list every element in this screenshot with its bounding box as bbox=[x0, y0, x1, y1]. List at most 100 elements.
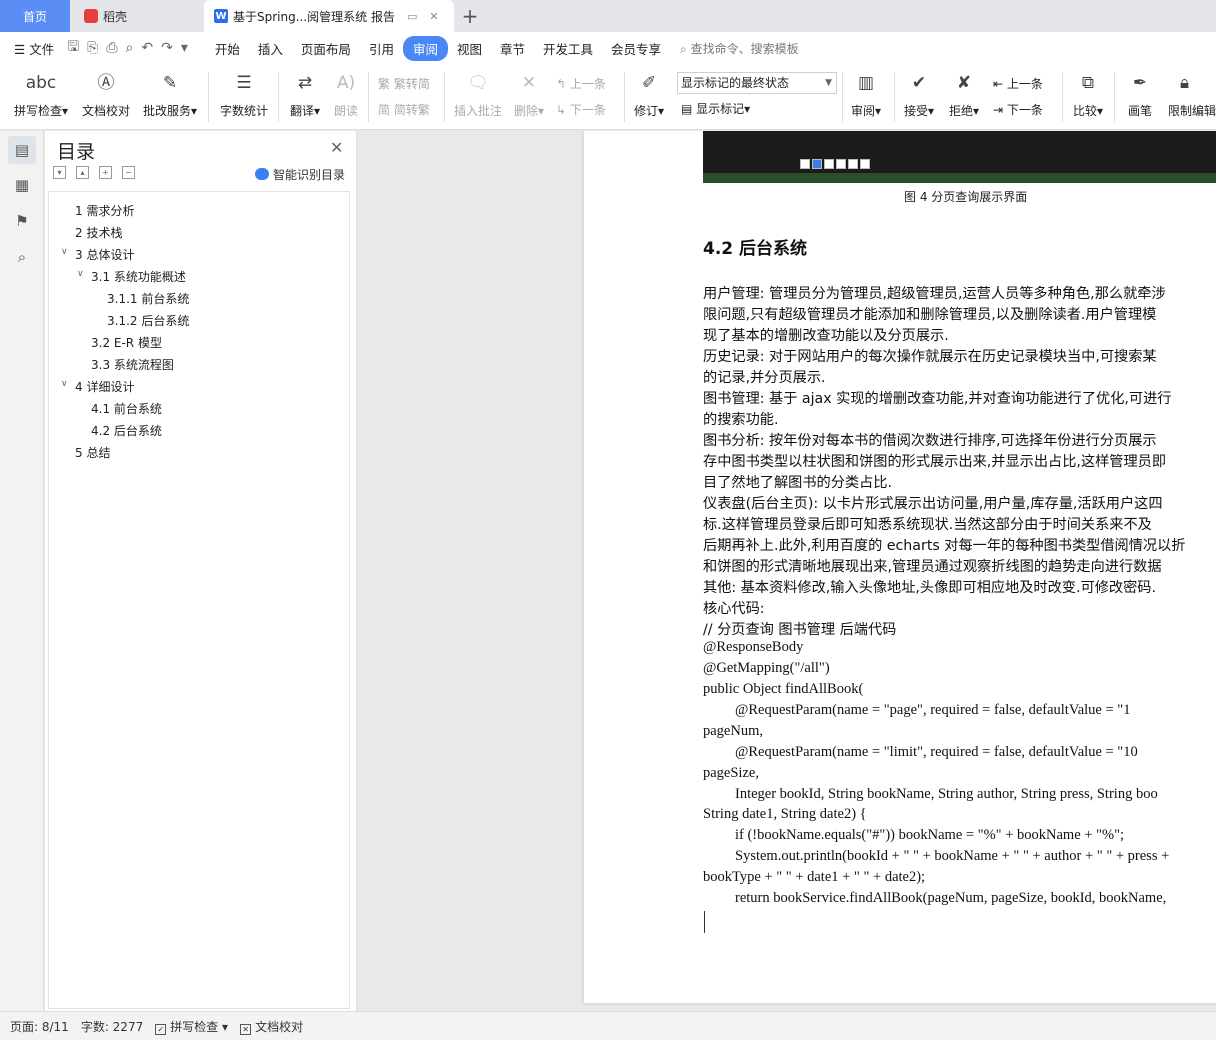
reject-button[interactable]: ✘ 拒绝▾ bbox=[947, 70, 981, 119]
menu-tab-review[interactable]: 审阅 bbox=[402, 35, 448, 61]
chapter-nav-icon[interactable]: ▦ bbox=[8, 171, 36, 199]
paragraph-line: 的记录,并分页展示. bbox=[703, 370, 826, 386]
next-comment-button[interactable]: ↳ 下一条 bbox=[556, 101, 606, 118]
show-markup-icon: ▤ bbox=[681, 102, 697, 116]
promote-level-icon[interactable]: + bbox=[99, 166, 112, 179]
bookmark-icon[interactable]: ⚑ bbox=[8, 207, 36, 235]
toc-item[interactable]: 1 需求分析 bbox=[75, 202, 134, 219]
chevron-down-icon[interactable]: ∨ bbox=[61, 247, 68, 257]
next-change-button[interactable]: ⇥ 下一条 bbox=[993, 101, 1043, 118]
word-count-icon: ☰ bbox=[236, 73, 252, 93]
review-pane-label: 审阅 bbox=[850, 104, 875, 118]
markup-state-select[interactable]: 显示标记的最终状态 ▼ bbox=[677, 72, 837, 94]
find-icon[interactable]: ⌕ bbox=[8, 243, 36, 271]
status-proofread[interactable]: ✕ 文档校对 bbox=[240, 1018, 303, 1035]
tab-pin-icon[interactable]: ▭ bbox=[407, 10, 417, 23]
translate-button[interactable]: ⇄ 翻译▾ bbox=[287, 70, 323, 119]
status-spell-check[interactable]: ✓ 拼写检查 ▾ bbox=[155, 1018, 228, 1035]
toc-item[interactable]: 4.2 后台系统 bbox=[91, 422, 162, 439]
markup-state-value: 显示标记的最终状态 bbox=[681, 76, 790, 90]
spell-check-button[interactable]: abc 拼写检查▾ bbox=[12, 70, 70, 119]
pen-button[interactable]: ✒ 画笔 bbox=[1124, 70, 1156, 119]
prev-change-icon: ⇤ bbox=[993, 77, 1007, 91]
document-proofread-button[interactable]: Ⓐ 文档校对 bbox=[80, 70, 132, 119]
read-aloud-button[interactable]: A) 朗读 bbox=[332, 70, 360, 119]
close-icon[interactable]: ✕ bbox=[330, 138, 343, 157]
compare-button[interactable]: ⧉ 比较▾ bbox=[1070, 70, 1106, 119]
toc-item[interactable]: 3.3 系统流程图 bbox=[91, 356, 174, 373]
print-icon[interactable]: ⎙ bbox=[102, 40, 121, 56]
track-changes-button[interactable]: ✐ 修订▾ bbox=[632, 70, 666, 119]
prev-change-button[interactable]: ⇤ 上一条 bbox=[993, 75, 1043, 92]
menu-tab-chapter[interactable]: 章节 bbox=[491, 39, 534, 58]
toc-item[interactable]: 5 总结 bbox=[75, 444, 110, 461]
ribbon-divider bbox=[1114, 72, 1115, 122]
chevron-down-icon[interactable]: ∨ bbox=[61, 379, 68, 389]
page-indicator[interactable]: 页面: 8/11 bbox=[10, 1018, 69, 1035]
restrict-editing-button[interactable]: 🔒︎ 限制编辑 bbox=[1168, 70, 1216, 119]
collapse-all-icon[interactable]: ▴ bbox=[76, 166, 89, 179]
menu-tab-layout[interactable]: 页面布局 bbox=[292, 39, 360, 58]
file-menu[interactable]: ☰ 文件 bbox=[0, 39, 63, 58]
code-line: System.out.println(bookId + " " + bookNa… bbox=[735, 848, 1170, 864]
command-search[interactable]: ⌕ 查找命令、搜索模板 bbox=[680, 40, 799, 57]
document-canvas[interactable]: 图 4 分页查询展示界面 4.2 后台系统 用户管理: 管理员分为管理员,超级管… bbox=[358, 131, 1216, 1011]
review-service-button[interactable]: ✎ 批改服务▾ bbox=[140, 70, 200, 119]
toc-item[interactable]: 3.1.2 后台系统 bbox=[107, 312, 189, 329]
accept-button[interactable]: ✔ 接受▾ bbox=[902, 70, 936, 119]
toc-pane-icon[interactable]: ▤ bbox=[8, 136, 36, 164]
trad-to-simp-button[interactable]: 繁 繁转简 bbox=[378, 75, 430, 92]
word-count-button[interactable]: ☰ 字数统计 bbox=[218, 70, 270, 119]
tab-daoke-label: 稻壳 bbox=[103, 9, 128, 24]
menu-tab-start[interactable]: 开始 bbox=[206, 39, 249, 58]
redo-icon[interactable]: ↷ bbox=[157, 40, 177, 56]
toc-item[interactable]: ∨ 3 总体设计 bbox=[61, 246, 134, 263]
menu-tab-developer[interactable]: 开发工具 bbox=[534, 39, 602, 58]
simp-to-trad-button[interactable]: 简 简转繁 bbox=[378, 101, 430, 118]
delete-comment-button[interactable]: ✕ 删除▾ bbox=[510, 70, 548, 119]
prev-comment-button[interactable]: ↰ 上一条 bbox=[556, 75, 606, 92]
review-pane-button[interactable]: ▥ 审阅▾ bbox=[849, 70, 883, 119]
smart-toc-button[interactable]: 智能识别目录 bbox=[255, 166, 345, 183]
export-icon[interactable]: ⎘ bbox=[83, 40, 102, 56]
toc-item[interactable]: 3.1.1 前台系统 bbox=[107, 290, 189, 307]
insert-comment-button[interactable]: 🗨 插入批注 bbox=[453, 70, 503, 119]
embedded-screenshot-image bbox=[703, 131, 1216, 183]
print-preview-icon[interactable]: ⌕ bbox=[122, 40, 138, 56]
ribbon-divider bbox=[894, 72, 895, 122]
chevron-down-icon[interactable]: ∨ bbox=[77, 269, 84, 279]
translate-label: 翻译 bbox=[289, 104, 314, 118]
tab-document[interactable]: W 基于Spring...阅管理系统 报告 ▭ ✕ bbox=[204, 0, 454, 32]
toc-title: 目录 bbox=[57, 141, 96, 163]
status-spell-dropdown-icon: ▾ bbox=[218, 1019, 229, 1034]
pen-label: 画笔 bbox=[1127, 104, 1152, 118]
next-comment-label: 下一条 bbox=[569, 103, 606, 117]
expand-all-icon[interactable]: ▾ bbox=[53, 166, 66, 179]
code-line: pageSize, bbox=[703, 765, 759, 781]
undo-icon[interactable]: ↶ bbox=[137, 40, 157, 56]
paragraph-line: 图书管理: 基于 ajax 实现的增删改查功能,并对查询功能进行了优化,可进行 bbox=[703, 391, 1172, 407]
toc-item[interactable]: 2 技术栈 bbox=[75, 224, 122, 241]
new-tab-button[interactable]: + bbox=[458, 0, 482, 32]
document-page[interactable]: 图 4 分页查询展示界面 4.2 后台系统 用户管理: 管理员分为管理员,超级管… bbox=[584, 131, 1216, 1003]
show-markup-label: 显示标记 bbox=[696, 102, 745, 116]
demote-level-icon[interactable]: − bbox=[122, 166, 135, 179]
menu-tab-member[interactable]: 会员专享 bbox=[602, 39, 670, 58]
toc-item[interactable]: 3.2 E-R 模型 bbox=[91, 334, 162, 351]
word-count-indicator[interactable]: 字数: 2277 bbox=[81, 1018, 143, 1035]
proofread-label: 文档校对 bbox=[81, 104, 130, 118]
toc-item[interactable]: 4.1 前台系统 bbox=[91, 400, 162, 417]
save-icon[interactable]: 🖫 bbox=[63, 36, 83, 60]
tab-daoke[interactable]: 稻壳 bbox=[72, 0, 200, 32]
menu-tab-insert[interactable]: 插入 bbox=[249, 39, 292, 58]
quick-access-dropdown-icon[interactable]: ▾ bbox=[177, 40, 192, 56]
taskbar-thumbnail bbox=[703, 173, 1216, 183]
reject-icon: ✘ bbox=[956, 73, 972, 93]
toc-item[interactable]: ∨ 3.1 系统功能概述 bbox=[77, 268, 186, 285]
menu-tab-view[interactable]: 视图 bbox=[448, 39, 491, 58]
menu-tab-reference[interactable]: 引用 bbox=[360, 39, 403, 58]
show-markup-button[interactable]: ▤ 显示标记▾ bbox=[681, 100, 750, 117]
toc-item[interactable]: ∨ 4 详细设计 bbox=[61, 378, 134, 395]
tab-close-icon[interactable]: ✕ bbox=[429, 10, 438, 23]
tab-home[interactable]: 首页 bbox=[0, 0, 70, 32]
